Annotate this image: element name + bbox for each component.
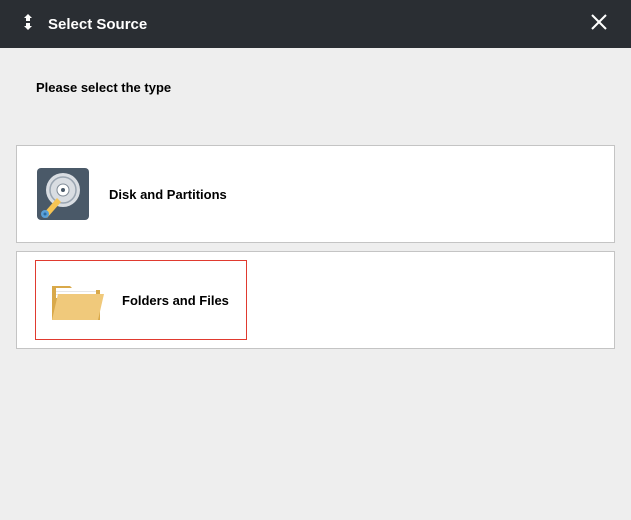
close-icon — [589, 19, 609, 36]
disk-icon — [35, 166, 91, 222]
header-left: Select Source — [18, 12, 147, 37]
prompt-text: Please select the type — [16, 68, 615, 145]
app-icon — [18, 12, 38, 37]
option-disk-partitions[interactable]: Disk and Partitions — [16, 145, 615, 243]
dialog-content: Please select the type Disk and Partitio… — [0, 48, 631, 377]
option-label: Folders and Files — [122, 293, 229, 308]
close-button[interactable] — [585, 8, 613, 41]
option-folders-files[interactable]: Folders and Files — [16, 251, 615, 349]
dialog-title: Select Source — [48, 16, 147, 33]
option-label: Disk and Partitions — [109, 187, 227, 202]
option-highlight: Folders and Files — [35, 260, 247, 340]
folder-icon — [48, 272, 104, 328]
dialog-header: Select Source — [0, 0, 631, 48]
